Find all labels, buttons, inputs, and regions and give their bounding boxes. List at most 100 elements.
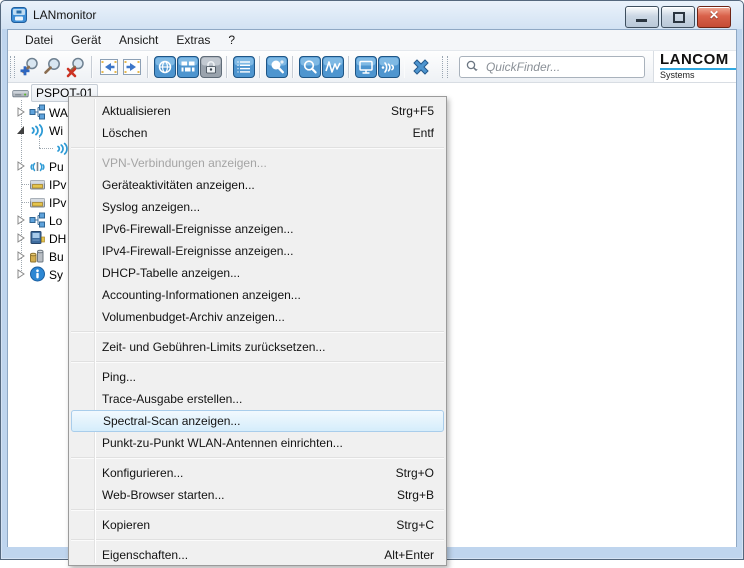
menu-extras[interactable]: Extras [167,31,219,49]
menu-item-dhcp-tabelle[interactable]: DHCP-Tabelle anzeigen... [69,262,446,284]
menu-item-konfigurieren[interactable]: Konfigurieren... Strg+O [69,462,446,484]
menu-item-ping[interactable]: Ping... [69,366,446,388]
menu-item-geraeteaktivitaeten[interactable]: Geräteaktivitäten anzeigen... [69,174,446,196]
wlan-antenna-button[interactable] [378,55,400,79]
menu-item-syslog[interactable]: Syslog anzeigen... [69,196,446,218]
menu-item-spectral-scan[interactable]: Spectral-Scan anzeigen... [71,410,444,432]
tree-item-label[interactable]: Bu [49,250,64,264]
ping-icon [266,56,288,78]
menu-item-loeschen[interactable]: Löschen Entf [69,122,446,144]
quickfinder-input[interactable] [459,56,645,78]
shortcut: Strg+F5 [391,100,434,122]
wifi-icon [29,122,46,138]
network-icon [29,104,46,120]
p2p-antenna-icon [29,158,46,174]
menu-separator [71,539,444,541]
tree-item-label[interactable]: IPv [49,178,66,192]
menu-item-ipv6-firewall[interactable]: IPv6-Firewall-Ereignisse anzeigen... [69,218,446,240]
menu-item-eigenschaften[interactable]: Eigenschaften... Alt+Enter [69,544,446,566]
close-icon: ✕ [698,8,730,22]
minimize-button[interactable] [625,6,659,28]
remove-device-button[interactable] [65,55,87,79]
tree-item-label[interactable]: Lo [49,214,62,228]
find-device-button[interactable] [42,55,64,79]
firewall-events-button[interactable] [177,55,199,79]
tree-guide-line [21,202,29,203]
spectral-scan-button[interactable] [322,55,344,79]
toolbar-gripper[interactable] [10,56,15,78]
quickfinder-gripper[interactable] [442,56,447,78]
toolbar-separator [259,56,261,78]
expander-collapsed-icon[interactable] [15,267,27,281]
menu-item-p2p-antennen[interactable]: Punkt-zu-Punkt WLAN-Antennen einrichten.… [69,432,446,454]
menu-geraet[interactable]: Gerät [62,31,110,49]
vpn-connections-button[interactable] [154,55,176,79]
quickfinder-search-icon [465,60,481,74]
screen: { "window": { "title": "LANmonitor" }, "… [0,0,744,568]
add-device-icon [19,56,41,78]
expander-collapsed-icon[interactable] [15,249,27,263]
menu-item-limits-zuruecksetzen[interactable]: Zeit- und Gebühren-Limits zurücksetzen..… [69,336,446,358]
expander-collapsed-icon[interactable] [15,231,27,245]
panel-right-icon [121,56,143,78]
firewall-device-icon [29,176,46,192]
expander-collapsed-icon[interactable] [15,105,27,119]
minimize-icon [636,19,647,22]
context-menu: Aktualisieren Strg+F5 Löschen Entf VPN-V… [68,96,447,566]
menu-datei[interactable]: Datei [16,31,62,49]
shortcut: Strg+C [396,514,434,536]
menu-item-trace-ausgabe[interactable]: Trace-Ausgabe erstellen... [69,388,446,410]
abort-icon [410,56,432,78]
tree-item-label[interactable]: DH [49,232,66,246]
shortcut: Strg+B [397,484,434,506]
menu-help[interactable]: ? [219,31,244,49]
tree-item-label[interactable]: WA [49,106,68,120]
tree-item-label[interactable]: Wi [49,124,63,138]
device-activities-button[interactable] [233,55,255,79]
menu-item-ipv4-firewall[interactable]: IPv4-Firewall-Ereignisse anzeigen... [69,240,446,262]
add-device-button[interactable] [19,55,41,79]
toolbar-separator [292,56,294,78]
firewall-device-icon [29,194,46,210]
trace-button[interactable] [299,55,321,79]
maximize-button[interactable] [661,6,695,28]
tree-item-label[interactable]: Sy [49,268,63,282]
display-button[interactable] [355,55,377,79]
abort-button[interactable] [410,55,432,79]
menu-item-accounting[interactable]: Accounting-Informationen anzeigen... [69,284,446,306]
ping-button[interactable] [266,55,288,79]
menu-separator [71,361,444,363]
panel-right-button[interactable] [121,55,143,79]
menu-item-web-browser[interactable]: Web-Browser starten... Strg+B [69,484,446,506]
router-icon [12,85,29,101]
menu-item-kopieren[interactable]: Kopieren Strg+C [69,514,446,536]
menu-separator [71,147,444,149]
device-activities-icon [233,56,255,78]
server-icon [29,230,46,246]
menu-separator [71,331,444,333]
maximize-icon [673,12,685,23]
lock-icon [200,56,222,78]
tree-guide-line [21,184,29,185]
expander-expanded-icon[interactable] [15,123,27,137]
lock-button[interactable] [200,55,222,79]
titlebar[interactable]: LANmonitor ✕ [1,1,743,29]
app-icon [11,7,27,23]
toolbar: LANCOM Systems [8,51,736,83]
menu-item-vpn-verbindungen: VPN-Verbindungen anzeigen... [69,152,446,174]
panel-left-button[interactable] [98,55,120,79]
menu-item-aktualisieren[interactable]: Aktualisieren Strg+F5 [69,100,446,122]
close-button[interactable]: ✕ [697,6,731,28]
tree-item-label[interactable]: Pu [49,160,64,174]
menu-separator [71,509,444,511]
lancom-logo-subtext: Systems [660,71,736,80]
menu-ansicht[interactable]: Ansicht [110,31,167,49]
toolbar-separator [226,56,228,78]
tree-item-label[interactable]: IPv [49,196,66,210]
firewall-events-icon [177,56,199,78]
toolbar-separator [348,56,350,78]
expander-collapsed-icon[interactable] [15,159,27,173]
toolbar-separator [404,56,406,78]
menu-item-volumenbudget[interactable]: Volumenbudget-Archiv anzeigen... [69,306,446,328]
expander-collapsed-icon[interactable] [15,213,27,227]
